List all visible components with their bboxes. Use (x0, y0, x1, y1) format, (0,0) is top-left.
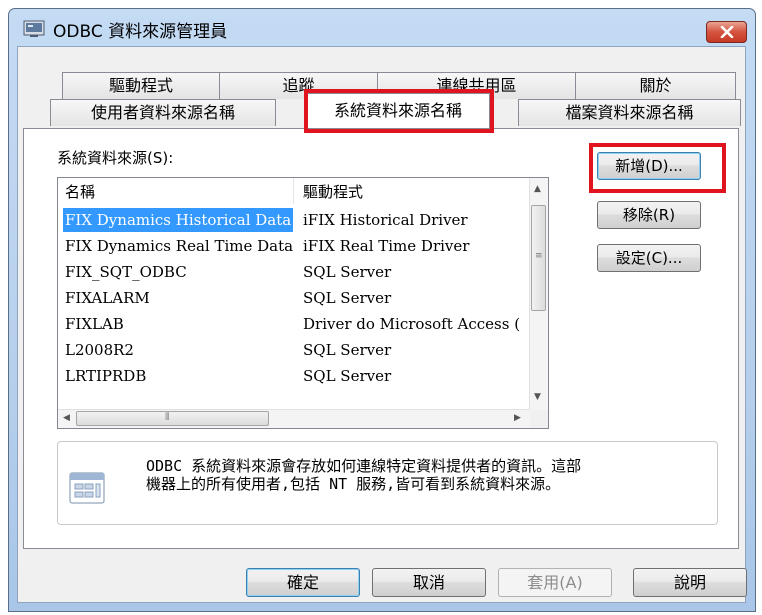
dsn-name-cell: FIXLAB (65, 315, 124, 333)
dsn-driver-cell: iFIX Historical Driver (303, 211, 468, 229)
table-row[interactable]: LRTIPRDB SQL Server (58, 364, 530, 390)
table-row[interactable]: FIX Dynamics Historical Data iFIX Histori… (58, 208, 530, 234)
dsn-driver-cell: iFIX Real Time Driver (303, 237, 470, 255)
tab-drivers[interactable]: 驅動程式 (62, 72, 220, 99)
title-bar[interactable]: ODBC 資料來源管理員 (9, 9, 755, 47)
dsn-driver-cell: SQL Server (303, 263, 392, 281)
scroll-right-arrow-icon[interactable]: ▶ (514, 413, 521, 423)
grip-icon: ≡ (535, 251, 543, 261)
dsn-name-cell: FIX Dynamics Real Time Data (65, 237, 294, 255)
tab-user-dsn[interactable]: 使用者資料來源名稱 (50, 99, 276, 126)
remove-button[interactable]: 移除(R) (597, 201, 701, 229)
dsn-name-cell: FIXALARM (65, 289, 150, 307)
ok-button[interactable]: 確定 (246, 568, 360, 597)
horizontal-scrollbar[interactable]: ◀ ⦀ ▶ (58, 409, 530, 428)
add-button[interactable]: 新增(D)... (597, 152, 701, 180)
tab-file-dsn[interactable]: 檔案資料來源名稱 (518, 99, 741, 126)
info-box: ODBC 系統資料來源會存放如何連線特定資料提供者的資訊。這部 機器上的所有使用… (57, 441, 718, 525)
system-dsn-panel: 系統資料來源(S): 名稱 驅動程式 FIX Dynamics Historic… (23, 128, 739, 549)
horizontal-scroll-thumb[interactable]: ⦀ (76, 411, 269, 426)
section-label: 系統資料來源(S): (57, 149, 174, 167)
grip-icon: ⦀ (165, 412, 170, 423)
dsn-list[interactable]: 名稱 驅動程式 FIX Dynamics Historical Data iFIX… (57, 177, 549, 429)
close-button[interactable] (706, 21, 747, 43)
apply-button[interactable]: 套用(A) (498, 568, 612, 597)
list-rows: FIX Dynamics Historical Data iFIX Histori… (58, 208, 530, 390)
dsn-driver-cell: SQL Server (303, 289, 392, 307)
table-row[interactable]: L2008R2 SQL Server (58, 338, 530, 364)
dsn-name-cell: FIX Dynamics Historical Data (63, 208, 294, 232)
window-title: ODBC 資料來源管理員 (53, 22, 228, 42)
vertical-scroll-thumb[interactable]: ≡ (531, 205, 546, 311)
scroll-up-arrow-icon[interactable]: ▲ (534, 184, 541, 194)
scroll-left-arrow-icon[interactable]: ◀ (63, 413, 70, 423)
dsn-name-cell: L2008R2 (65, 341, 134, 359)
configure-button[interactable]: 設定(C)... (597, 244, 701, 272)
list-header: 名稱 驅動程式 (58, 178, 530, 204)
table-row[interactable]: FIX_SQT_ODBC SQL Server (58, 260, 530, 286)
table-row[interactable]: FIX Dynamics Real Time Data iFIX Real Tim… (58, 234, 530, 260)
table-row[interactable]: FIXALARM SQL Server (58, 286, 530, 312)
close-icon (720, 26, 734, 38)
vertical-scrollbar[interactable]: ▲ ≡ ▼ (529, 178, 548, 410)
column-header-name[interactable]: 名稱 (58, 178, 294, 204)
cancel-button[interactable]: 取消 (372, 568, 486, 597)
odbc-app-icon (23, 20, 45, 37)
dsn-name-cell: LRTIPRDB (65, 367, 147, 385)
dsn-name-cell: FIX_SQT_ODBC (65, 263, 187, 281)
tab-about[interactable]: 關於 (575, 72, 736, 99)
column-header-driver[interactable]: 驅動程式 (296, 178, 530, 204)
table-row[interactable]: FIXLAB Driver do Microsoft Access ( (58, 312, 530, 338)
help-button[interactable]: 說明 (633, 568, 747, 597)
scroll-corner (530, 410, 548, 428)
scroll-down-arrow-icon[interactable]: ▼ (534, 392, 541, 402)
dsn-driver-cell: Driver do Microsoft Access ( (303, 315, 521, 333)
dsn-driver-cell: SQL Server (303, 341, 392, 359)
tab-system-dsn[interactable]: 系統資料來源名稱 (306, 93, 490, 128)
info-text: ODBC 系統資料來源會存放如何連線特定資料提供者的資訊。這部 機器上的所有使用… (146, 457, 582, 493)
dsn-driver-cell: SQL Server (303, 367, 392, 385)
info-document-icon (69, 472, 105, 504)
